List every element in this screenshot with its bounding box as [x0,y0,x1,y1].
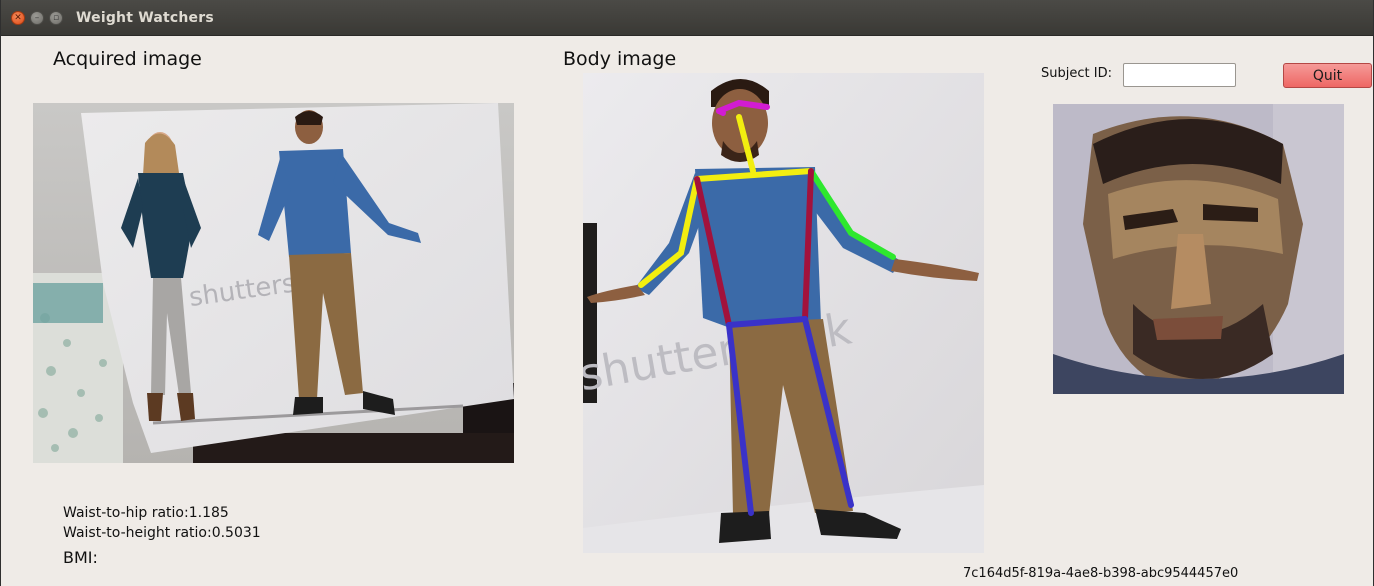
quit-button[interactable]: Quit [1283,63,1372,88]
maximize-icon[interactable]: ▫ [49,11,63,25]
title-bar[interactable]: ✕ – ▫ Weight Watchers [1,0,1373,36]
app-window: ✕ – ▫ Weight Watchers Acquired image shu… [0,0,1374,586]
subject-id-label: Subject ID: [1041,66,1112,81]
bmi-label: BMI: [63,548,98,567]
waist-to-hip-ratio: Waist-to-hip ratio:1.185 [63,505,229,521]
minimize-icon[interactable]: – [30,11,44,25]
close-icon[interactable]: ✕ [11,11,25,25]
window-title: Weight Watchers [76,10,214,26]
acquired-image: shutterstock [33,103,514,463]
body-image-title: Body image [563,48,677,70]
face-image [1053,104,1344,394]
body-image: shutterstock [583,73,984,553]
subject-id-input[interactable] [1123,63,1236,87]
session-id: 7c164d5f-819a-4ae8-b398-abc9544457e0 [963,566,1239,581]
waist-to-height-ratio: Waist-to-height ratio:0.5031 [63,525,261,541]
acquired-image-title: Acquired image [53,48,202,70]
